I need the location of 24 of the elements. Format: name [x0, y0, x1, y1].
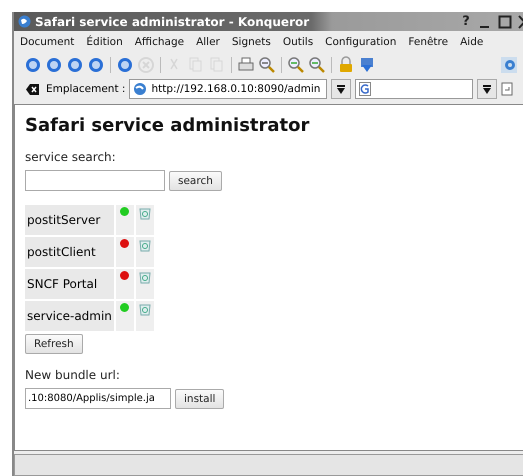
install-button[interactable]: install [175, 388, 224, 408]
page-heading: Safari service administrator [25, 115, 310, 136]
menu-item[interactable]: Signets [232, 36, 271, 48]
window-title: Safari service administrator - Konqueror [35, 14, 310, 28]
bundle-url-label: New bundle url: [25, 368, 120, 382]
menu-item[interactable]: Affichage [134, 36, 184, 48]
bundle-url-field[interactable]: .10:8080/Applis/simple.ja [25, 388, 171, 409]
location-field[interactable]: http://192.168.0.10:8090/admin [129, 79, 328, 99]
service-name: postitClient [25, 237, 114, 267]
service-name: SNCF Portal [25, 269, 114, 299]
menu-item[interactable]: Aide [460, 36, 484, 48]
menu-item[interactable]: Document [20, 36, 74, 48]
search-button[interactable]: search [169, 170, 222, 190]
service-name: postitServer [25, 205, 114, 235]
menu-item[interactable]: Configuration [325, 36, 396, 48]
help-button[interactable]: ? [457, 14, 475, 29]
service-name: service-admin [25, 301, 114, 331]
menu-item[interactable]: Édition [86, 36, 123, 48]
search-label: service search: [25, 150, 116, 164]
refresh-button[interactable]: Refresh [25, 334, 83, 354]
menu-item[interactable]: Outils [282, 36, 314, 48]
menu-item[interactable]: Aller [196, 36, 220, 48]
menu-item[interactable]: Fenêtre [408, 36, 448, 48]
location-label: Emplacement : [46, 83, 126, 95]
